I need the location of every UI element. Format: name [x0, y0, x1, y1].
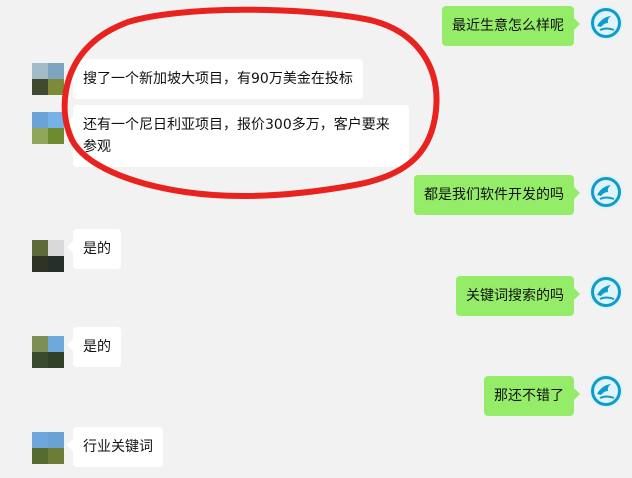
avatar-pixel	[32, 448, 48, 464]
avatar-pixel	[48, 256, 64, 272]
message-text: 搜了一个新加坡大项目，有90万美金在投标	[83, 71, 353, 87]
avatar-pixel	[32, 63, 48, 79]
avatar-pixel	[32, 352, 48, 368]
user-avatar[interactable]	[588, 5, 624, 41]
message-bubble-received[interactable]: 搜了一个新加坡大项目，有90万美金在投标	[67, 59, 363, 99]
avatar-pixel	[32, 336, 48, 352]
avatar-pixel	[48, 336, 64, 352]
user-avatar[interactable]	[588, 373, 624, 409]
chat-window: 最近生意怎么样呢 搜了一个新加坡大项目，有90万美金在投标 还有一个尼日利亚项目…	[0, 0, 632, 478]
avatar-pixel	[48, 352, 64, 368]
message-text: 还有一个尼日利亚项目，报价300多万，客户要来参观	[83, 117, 390, 155]
message-text: 是的	[83, 241, 111, 257]
avatar-pixel	[32, 240, 48, 256]
avatar-pixel	[48, 240, 64, 256]
avatar-pixel	[48, 448, 64, 464]
message-text: 最近生意怎么样呢	[452, 18, 564, 34]
message-bubble-sent[interactable]: 关键词搜索的吗	[456, 276, 580, 316]
crane-logo-icon	[589, 6, 623, 40]
avatar-pixel	[32, 128, 48, 144]
avatar-pixel	[32, 79, 48, 95]
contact-avatar[interactable]	[32, 432, 64, 464]
contact-avatar[interactable]	[32, 112, 64, 144]
message-bubble-received[interactable]: 是的	[67, 229, 121, 269]
avatar-pixel	[48, 112, 64, 128]
avatar-pixel	[48, 128, 64, 144]
message-bubble-sent[interactable]: 都是我们软件开发的吗	[414, 175, 580, 215]
avatar-pixel	[32, 112, 48, 128]
message-bubble-received[interactable]: 还有一个尼日利亚项目，报价300多万，客户要来参观	[67, 105, 409, 167]
message-text: 那还不错了	[494, 388, 564, 404]
message-bubble-sent[interactable]: 最近生意怎么样呢	[442, 6, 580, 46]
crane-logo-icon	[589, 374, 623, 408]
avatar-pixel	[32, 432, 48, 448]
user-avatar[interactable]	[588, 174, 624, 210]
contact-avatar[interactable]	[32, 240, 64, 272]
message-text: 都是我们软件开发的吗	[424, 187, 564, 203]
message-bubble-received[interactable]: 是的	[67, 327, 121, 367]
crane-logo-icon	[589, 175, 623, 209]
contact-avatar[interactable]	[32, 336, 64, 368]
message-bubble-sent[interactable]: 那还不错了	[484, 376, 580, 416]
message-text: 行业关键词	[83, 439, 153, 455]
avatar-pixel	[48, 79, 64, 95]
avatar-pixel	[32, 256, 48, 272]
message-text: 是的	[83, 339, 111, 355]
contact-avatar[interactable]	[32, 63, 64, 95]
message-text: 关键词搜索的吗	[466, 288, 564, 304]
message-bubble-received[interactable]: 行业关键词	[67, 427, 163, 467]
user-avatar[interactable]	[588, 274, 624, 310]
avatar-pixel	[48, 63, 64, 79]
crane-logo-icon	[589, 275, 623, 309]
avatar-pixel	[48, 432, 64, 448]
